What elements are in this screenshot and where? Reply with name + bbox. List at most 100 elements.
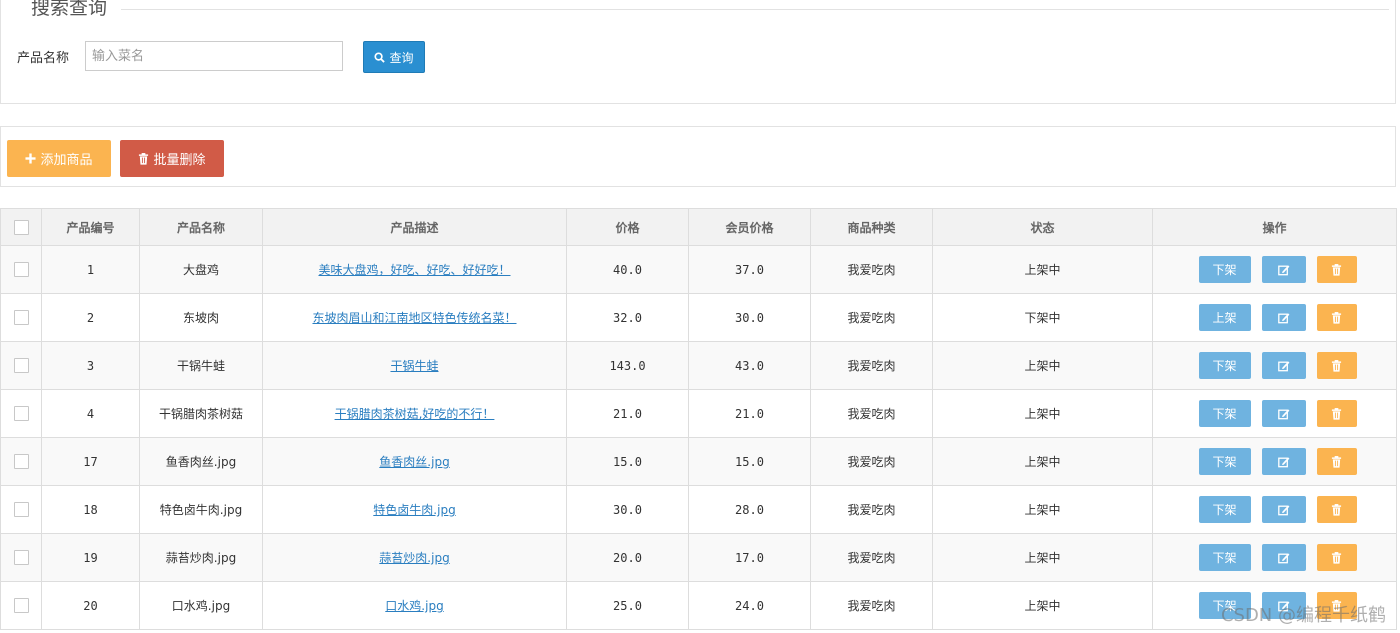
search-button[interactable]: 查询 <box>363 41 425 73</box>
table-row: 20 口水鸡.jpg 口水鸡.jpg 25.0 24.0 我爱吃肉 上架中 下架 <box>0 581 1397 630</box>
select-all-checkbox[interactable] <box>13 219 29 235</box>
table-row: 18 特色卤牛肉.jpg 特色卤牛肉.jpg 30.0 28.0 我爱吃肉 上架中 下架 <box>0 485 1397 534</box>
operations-cell: 下架 <box>1152 485 1397 534</box>
product-price: 30.0 <box>566 485 689 534</box>
table-row: 17 鱼香肉丝.jpg 鱼香肉丝.jpg 15.0 15.0 我爱吃肉 上架中 下架 <box>0 437 1397 486</box>
product-desc-link[interactable]: 干锅牛蛙 <box>390 359 438 373</box>
delete-button[interactable] <box>1316 400 1357 427</box>
product-desc-link[interactable]: 美味大盘鸡，好吃、好吃、好好吃！ <box>318 263 510 277</box>
edit-button[interactable] <box>1261 304 1306 331</box>
product-category: 我爱吃肉 <box>810 581 933 630</box>
delete-button[interactable] <box>1316 352 1357 379</box>
product-status: 上架中 <box>932 533 1153 582</box>
product-status: 上架中 <box>932 437 1153 486</box>
edit-button[interactable] <box>1261 448 1306 475</box>
search-panel: 搜索查询 产品名称 查询 <box>0 0 1396 104</box>
toggle-shelf-button[interactable]: 上架 <box>1198 304 1251 331</box>
header-product-desc: 产品描述 <box>262 208 567 246</box>
row-checkbox[interactable] <box>13 406 29 421</box>
product-id: 4 <box>41 389 140 438</box>
toggle-shelf-button[interactable]: 下架 <box>1198 400 1251 427</box>
product-name: 蒜苔炒肉.jpg <box>139 533 263 582</box>
add-product-button[interactable]: 添加商品 <box>7 140 111 177</box>
edit-button[interactable] <box>1261 256 1306 283</box>
toggle-shelf-button[interactable]: 下架 <box>1198 448 1251 475</box>
product-name: 东坡肉 <box>139 293 263 342</box>
delete-button[interactable] <box>1316 496 1357 523</box>
row-checkbox[interactable] <box>13 454 29 469</box>
select-all-cell <box>0 208 42 246</box>
row-select-cell <box>0 581 42 630</box>
edit-button[interactable] <box>1261 592 1306 619</box>
product-desc-cell: 蒜苔炒肉.jpg <box>262 533 567 582</box>
toggle-shelf-button[interactable]: 下架 <box>1198 592 1251 619</box>
product-desc-link[interactable]: 鱼香肉丝.jpg <box>379 455 449 469</box>
table-row: 1 大盘鸡 美味大盘鸡，好吃、好吃、好好吃！ 40.0 37.0 我爱吃肉 上架中 下架 <box>0 245 1397 294</box>
product-desc-cell: 特色卤牛肉.jpg <box>262 485 567 534</box>
product-desc-link[interactable]: 口水鸡.jpg <box>385 599 443 613</box>
row-checkbox[interactable] <box>13 550 29 565</box>
edit-button[interactable] <box>1261 544 1306 571</box>
row-select-cell <box>0 533 42 582</box>
action-bar: 添加商品 批量删除 <box>0 126 1396 187</box>
product-category: 我爱吃肉 <box>810 533 933 582</box>
product-member-price: 37.0 <box>688 245 811 294</box>
table-row: 19 蒜苔炒肉.jpg 蒜苔炒肉.jpg 20.0 17.0 我爱吃肉 上架中 下架 <box>0 533 1397 582</box>
product-name-input[interactable] <box>85 41 343 71</box>
trash-icon <box>1331 263 1342 276</box>
row-actions: 下架 <box>1154 448 1396 475</box>
row-actions: 下架 <box>1154 256 1396 283</box>
product-name: 口水鸡.jpg <box>139 581 263 630</box>
product-table: 产品编号 产品名称 产品描述 价格 会员价格 商品种类 状态 操作 1 大盘鸡 美味… <box>0 208 1397 630</box>
toggle-shelf-button[interactable]: 下架 <box>1198 352 1251 379</box>
row-checkbox[interactable] <box>13 262 29 277</box>
row-select-cell <box>0 245 42 294</box>
row-checkbox[interactable] <box>13 598 29 613</box>
product-status: 上架中 <box>932 581 1153 630</box>
product-desc-link[interactable]: 干锅腊肉茶树菇,好吃的不行！ <box>335 407 495 421</box>
delete-button[interactable] <box>1316 592 1357 619</box>
trash-icon <box>1331 503 1342 516</box>
product-id: 17 <box>41 437 140 486</box>
header-status: 状态 <box>932 208 1153 246</box>
product-desc-link[interactable]: 特色卤牛肉.jpg <box>373 503 455 517</box>
product-name: 特色卤牛肉.jpg <box>139 485 263 534</box>
row-checkbox[interactable] <box>13 358 29 373</box>
toggle-shelf-button[interactable]: 下架 <box>1198 256 1251 283</box>
pencil-icon <box>1277 600 1289 611</box>
row-select-cell <box>0 293 42 342</box>
search-icon <box>374 51 386 63</box>
row-checkbox[interactable] <box>13 502 29 517</box>
product-member-price: 30.0 <box>688 293 811 342</box>
toggle-shelf-button[interactable]: 下架 <box>1198 496 1251 523</box>
product-price: 25.0 <box>566 581 689 630</box>
delete-button[interactable] <box>1316 256 1357 283</box>
product-status: 下架中 <box>932 293 1153 342</box>
row-actions: 下架 <box>1154 496 1396 523</box>
bulk-delete-label: 批量删除 <box>153 153 206 168</box>
product-price: 143.0 <box>566 341 689 390</box>
toggle-shelf-button[interactable]: 下架 <box>1198 544 1251 571</box>
product-price: 20.0 <box>566 533 689 582</box>
row-select-cell <box>0 485 42 534</box>
bulk-delete-button[interactable]: 批量删除 <box>120 140 224 177</box>
delete-button[interactable] <box>1316 448 1357 475</box>
delete-button[interactable] <box>1316 544 1357 571</box>
pencil-icon <box>1277 312 1289 323</box>
product-price: 21.0 <box>566 389 689 438</box>
edit-button[interactable] <box>1261 352 1306 379</box>
product-category: 我爱吃肉 <box>810 293 933 342</box>
product-category: 我爱吃肉 <box>810 341 933 390</box>
product-desc-link[interactable]: 蒜苔炒肉.jpg <box>379 551 449 565</box>
trash-icon <box>139 152 149 165</box>
edit-button[interactable] <box>1261 400 1306 427</box>
table-header-row: 产品编号 产品名称 产品描述 价格 会员价格 商品种类 状态 操作 <box>0 208 1397 246</box>
edit-button[interactable] <box>1261 496 1306 523</box>
product-price: 40.0 <box>566 245 689 294</box>
row-checkbox[interactable] <box>13 310 29 325</box>
delete-button[interactable] <box>1316 304 1357 331</box>
header-member-price: 会员价格 <box>688 208 811 246</box>
trash-icon <box>1331 407 1342 420</box>
product-desc-link[interactable]: 东坡肉眉山和江南地区特色传统名菜！ <box>312 311 516 325</box>
product-member-price: 28.0 <box>688 485 811 534</box>
